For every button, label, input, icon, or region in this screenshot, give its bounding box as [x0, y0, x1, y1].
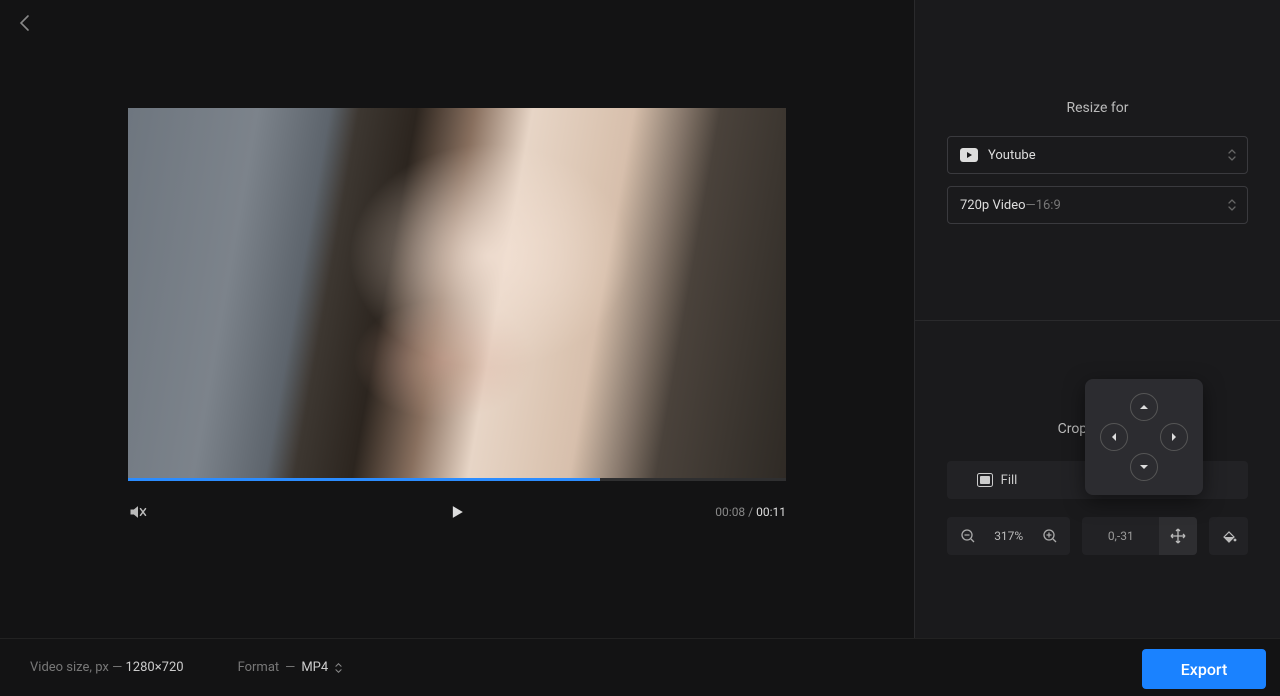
video-size-label: Video size, px: [30, 660, 109, 675]
preset-main: 720p Video: [960, 198, 1026, 213]
crop-section: Crop options Fill 317% 0,-31: [915, 320, 1280, 555]
time-display: 00:08 / 00:11: [715, 505, 786, 519]
dpad-left-button[interactable]: [1100, 423, 1128, 451]
padding-color-button[interactable]: [1209, 517, 1248, 555]
zoom-value[interactable]: 317%: [988, 517, 1029, 555]
progress-track[interactable]: [128, 478, 786, 481]
play-button[interactable]: [447, 502, 467, 522]
format-sep: —: [285, 660, 295, 675]
progress-fill: [128, 478, 600, 481]
chevrons-icon: [334, 662, 343, 674]
zoom-in-button[interactable]: [1029, 517, 1070, 555]
fill-icon: [977, 473, 993, 487]
time-separator: /: [748, 505, 756, 519]
crop-mode-fill[interactable]: Fill: [947, 461, 1047, 499]
preset-select[interactable]: 720p Video — 16:9: [947, 186, 1248, 224]
bottom-bar: Video size, px — 1280×720 Format — MP4 E…: [0, 638, 1280, 696]
video-size-sep: —: [109, 660, 126, 675]
position-group: 0,-31: [1082, 517, 1197, 555]
dpad-up-button[interactable]: [1130, 393, 1158, 421]
current-time: 00:08: [715, 505, 745, 519]
total-time: 00:11: [756, 505, 786, 519]
preset-ratio: 16:9: [1036, 198, 1061, 213]
back-button[interactable]: [18, 14, 38, 34]
fill-label: Fill: [1001, 473, 1018, 488]
chevrons-icon: [1227, 148, 1237, 162]
video-size-value: 1280×720: [125, 660, 183, 675]
move-button[interactable]: [1159, 517, 1197, 555]
export-button[interactable]: Export: [1142, 649, 1266, 689]
mute-button[interactable]: [128, 502, 148, 522]
format-value: MP4: [301, 660, 328, 675]
dpad-down-button[interactable]: [1130, 453, 1158, 481]
format-select[interactable]: Format — MP4: [238, 660, 344, 675]
platform-label: Youtube: [988, 148, 1036, 163]
zoom-out-button[interactable]: [947, 517, 988, 555]
zoom-group: 317%: [947, 517, 1070, 555]
video-size-info: Video size, px — 1280×720: [30, 660, 184, 675]
chevrons-icon: [1227, 198, 1237, 212]
pad-group: [1209, 517, 1248, 555]
resize-title: Resize for: [915, 100, 1280, 116]
dpad-right-button[interactable]: [1160, 423, 1188, 451]
format-label: Format: [238, 660, 280, 675]
preset-sep: —: [1026, 198, 1036, 213]
platform-select[interactable]: Youtube: [947, 136, 1248, 174]
side-panel: Resize for Youtube 720p Video — 16:9 Cro…: [914, 0, 1280, 638]
video-preview[interactable]: [128, 108, 786, 478]
position-value[interactable]: 0,-31: [1082, 517, 1159, 555]
video-frame: [128, 108, 786, 478]
youtube-icon: [960, 148, 978, 162]
dpad-popover: [1085, 379, 1203, 495]
export-label: Export: [1181, 660, 1228, 679]
